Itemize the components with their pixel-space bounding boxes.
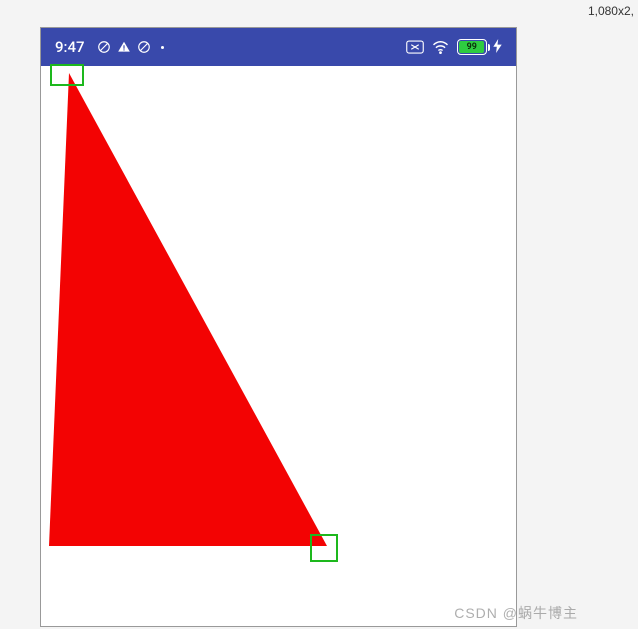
wifi-icon — [432, 40, 449, 54]
status-bar-right: 99 — [406, 39, 502, 56]
charging-bolt-icon — [493, 39, 502, 56]
status-bar-left: 9:47 — [55, 38, 164, 56]
device-frame: 9:47 — [40, 27, 517, 627]
warning-icon — [117, 40, 131, 54]
keyboard-box-icon — [406, 40, 424, 54]
status-bar: 9:47 — [41, 28, 516, 66]
selection-marker-bottom[interactable] — [310, 534, 338, 562]
selection-marker-top[interactable] — [50, 64, 84, 86]
app-canvas[interactable] — [41, 66, 516, 626]
battery-indicator: 99 — [457, 39, 502, 56]
clock-time: 9:47 — [55, 38, 85, 56]
reject-icon — [137, 40, 151, 54]
red-triangle — [49, 66, 349, 570]
do-not-disturb-icon — [97, 40, 111, 54]
notification-dot — [161, 46, 164, 49]
watermark-text: CSDN @蜗牛博主 — [454, 603, 578, 623]
dimension-label: 1,080x2, — [588, 4, 634, 18]
battery-percent: 99 — [459, 41, 484, 53]
